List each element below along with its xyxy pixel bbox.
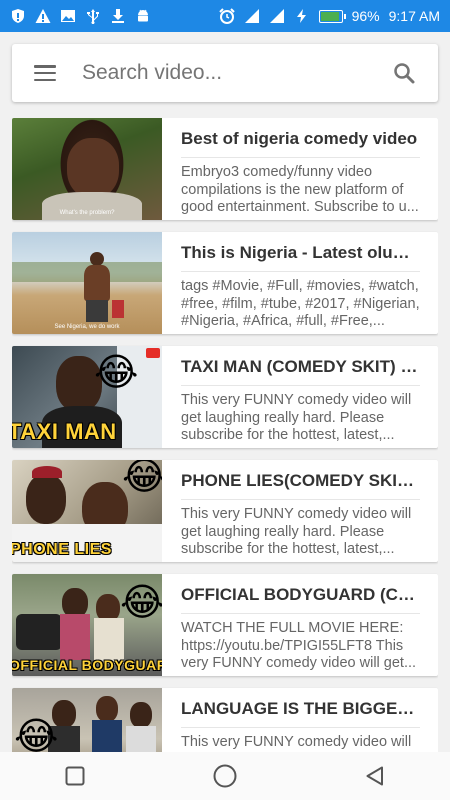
battery-icon (318, 9, 346, 23)
video-item[interactable]: What's the problem? Best of nigeria come… (12, 118, 438, 220)
video-title: This is Nigeria - Latest oluwadolarz... (181, 242, 420, 272)
video-description: WATCH THE FULL MOVIE HERE: https://youtu… (181, 620, 417, 671)
video-title: TAXI MAN (COMEDY SKIT) (F... (181, 356, 420, 386)
video-thumbnail[interactable]: 😂 OFFICIAL BODYGUARD (12, 574, 162, 676)
video-item[interactable]: 😂 OFFICIAL BODYGUARD OFFICIAL BODYGUARD … (12, 574, 438, 676)
menu-icon[interactable] (34, 65, 56, 81)
thumbnail-caption: See Nigeria, we do work (54, 324, 120, 330)
laughing-emoji-icon: 😂 (94, 352, 139, 394)
video-item[interactable]: See Nigeria, we do work This is Nigeria … (12, 232, 438, 334)
laughing-emoji-icon: 😂 (14, 716, 59, 752)
laughing-emoji-icon: 😂 (120, 582, 162, 624)
video-thumbnail[interactable]: 😂 PHONE LIES (12, 460, 162, 562)
video-info: LANGUAGE IS THE BIGGEST... This very FUN… (162, 688, 438, 752)
recents-button[interactable] (60, 761, 90, 791)
system-nav-bar (0, 752, 450, 800)
video-info: This is Nigeria - Latest oluwadolarz... … (162, 232, 438, 334)
video-list: What's the problem? Best of nigeria come… (12, 118, 438, 752)
video-info: Best of nigeria comedy video Embryo3 com… (162, 118, 438, 220)
usb-icon (85, 8, 101, 25)
video-title: PHONE LIES(COMEDY SKIT) (... (181, 470, 420, 500)
video-title: OFFICIAL BODYGUARD (COM... (181, 584, 420, 614)
video-info: OFFICIAL BODYGUARD (COM... WATCH THE FUL… (162, 574, 438, 676)
back-button[interactable] (360, 761, 390, 791)
back-triangle-icon (366, 766, 383, 786)
video-thumbnail[interactable]: 😂 TAXI MAN (12, 346, 162, 448)
battery-percent: 96% (351, 8, 380, 24)
clock: 9:17 AM (388, 8, 440, 24)
search-icon[interactable] (392, 61, 416, 85)
thumbnail-caption: What's the problem? (59, 210, 115, 216)
download-icon (110, 8, 126, 24)
video-info: TAXI MAN (COMEDY SKIT) (F... This very F… (162, 346, 438, 448)
search-input[interactable] (82, 61, 392, 85)
video-title: LANGUAGE IS THE BIGGEST... (181, 698, 420, 728)
video-description: Embryo3 comedy/funny video compilations … (181, 164, 419, 215)
alarm-icon (218, 8, 235, 24)
laughing-emoji-icon: 😂 (122, 460, 162, 498)
video-thumbnail[interactable]: What's the problem? (12, 118, 162, 220)
video-description: tags #Movie, #Full, #movies, #watch, #fr… (181, 278, 420, 329)
shield-icon (10, 8, 26, 24)
search-bar (12, 44, 438, 102)
square-icon (65, 766, 85, 786)
status-bar: 96% 9:17 AM (0, 0, 450, 32)
thumbnail-caption: PHONE LIES (12, 541, 112, 558)
charging-icon (294, 8, 310, 24)
image-icon (60, 8, 76, 24)
video-title: Best of nigeria comedy video (181, 128, 420, 158)
circle-icon (213, 764, 237, 788)
signal-2-icon (269, 8, 285, 24)
video-thumbnail[interactable]: 😂 (12, 688, 162, 752)
warning-icon (35, 8, 51, 24)
system-icons: 96% 9:17 AM (218, 8, 440, 24)
video-item[interactable]: 😂 PHONE LIES PHONE LIES(COMEDY SKIT) (..… (12, 460, 438, 562)
android-icon (135, 8, 151, 24)
thumbnail-caption: OFFICIAL BODYGUARD (12, 657, 162, 673)
video-thumbnail[interactable]: See Nigeria, we do work (12, 232, 162, 334)
signal-1-icon (244, 8, 260, 24)
home-button[interactable] (210, 761, 240, 791)
video-item[interactable]: 😂 LANGUAGE IS THE BIGGEST... This very F… (12, 688, 438, 752)
video-info: PHONE LIES(COMEDY SKIT) (... This very F… (162, 460, 438, 562)
video-item[interactable]: 😂 TAXI MAN TAXI MAN (COMEDY SKIT) (F... … (12, 346, 438, 448)
video-description: This very FUNNY comedy video will get la… (181, 392, 412, 443)
thumbnail-caption: TAXI MAN (12, 419, 117, 444)
video-description: This very FUNNY comedy video will get la… (181, 506, 412, 557)
video-description: This very FUNNY comedy video will get la… (181, 734, 412, 752)
youtube-badge-icon (146, 348, 160, 358)
notification-icons (10, 8, 151, 25)
